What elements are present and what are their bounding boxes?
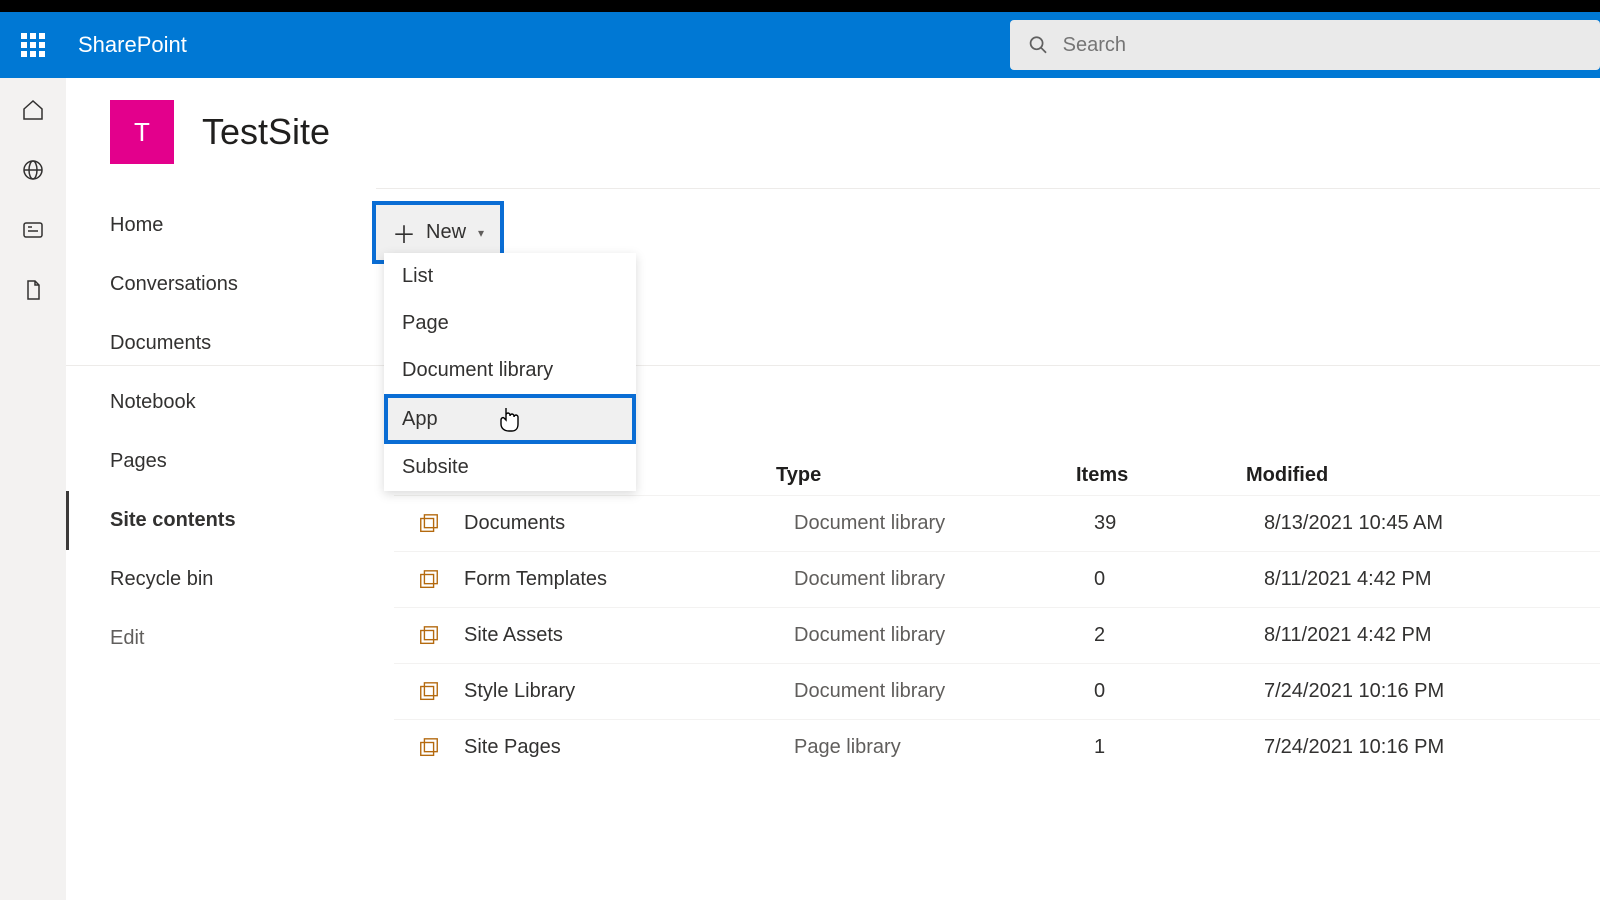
row-items: 2 bbox=[1094, 624, 1264, 647]
body-area: T TestSite Home Conversations Documents … bbox=[0, 78, 1600, 900]
globe-icon[interactable] bbox=[21, 158, 45, 182]
library-icon bbox=[418, 737, 440, 759]
dropdown-item-document-library[interactable]: Document library bbox=[384, 347, 636, 394]
file-icon[interactable] bbox=[21, 278, 45, 302]
suite-app-name[interactable]: SharePoint bbox=[78, 32, 187, 58]
table-row[interactable]: Form Templates Document library 0 8/11/2… bbox=[394, 551, 1600, 607]
nav-notebook[interactable]: Notebook bbox=[66, 373, 376, 432]
home-icon[interactable] bbox=[21, 98, 45, 122]
library-icon bbox=[418, 625, 440, 647]
side-nav: Home Conversations Documents Notebook Pa… bbox=[66, 188, 376, 900]
dropdown-item-app-label: App bbox=[402, 408, 438, 431]
suite-bar: SharePoint bbox=[0, 12, 1600, 78]
contents-table: Type Items Modified Documents Document l… bbox=[376, 456, 1600, 775]
row-name[interactable]: Documents bbox=[464, 512, 794, 535]
row-modified: 8/13/2021 10:45 AM bbox=[1264, 512, 1600, 535]
row-type: Document library bbox=[794, 624, 1094, 647]
dropdown-item-subsite[interactable]: Subsite bbox=[384, 444, 636, 491]
row-modified: 8/11/2021 4:42 PM bbox=[1264, 568, 1600, 591]
new-button-label: New bbox=[426, 221, 466, 244]
row-name[interactable]: Site Assets bbox=[464, 624, 794, 647]
nav-site-contents[interactable]: Site contents bbox=[66, 491, 376, 550]
waffle-icon bbox=[21, 33, 45, 57]
new-dropdown: List Page Document library App Subsite bbox=[384, 253, 636, 491]
nav-conversations[interactable]: Conversations bbox=[66, 255, 376, 314]
site-header: T TestSite bbox=[66, 78, 1600, 188]
dropdown-item-page[interactable]: Page bbox=[384, 300, 636, 347]
row-type: Document library bbox=[794, 680, 1094, 703]
nav-edit[interactable]: Edit bbox=[66, 609, 376, 668]
table-body: Documents Document library 39 8/13/2021 … bbox=[394, 495, 1600, 775]
header-modified[interactable]: Modified bbox=[1246, 464, 1600, 487]
vertical-rail bbox=[0, 78, 66, 900]
row-type: Document library bbox=[794, 568, 1094, 591]
site-title[interactable]: TestSite bbox=[202, 111, 330, 153]
row-modified: 7/24/2021 10:16 PM bbox=[1264, 736, 1600, 759]
search-input[interactable] bbox=[1063, 34, 1582, 57]
below-header: Home Conversations Documents Notebook Pa… bbox=[66, 188, 1600, 900]
row-name[interactable]: Form Templates bbox=[464, 568, 794, 591]
row-name[interactable]: Style Library bbox=[464, 680, 794, 703]
library-icon bbox=[418, 513, 440, 535]
row-type: Page library bbox=[794, 736, 1094, 759]
row-items: 0 bbox=[1094, 680, 1264, 703]
content-area: T TestSite Home Conversations Documents … bbox=[66, 78, 1600, 900]
cursor-pointer-icon bbox=[498, 406, 520, 432]
table-row[interactable]: Site Assets Document library 2 8/11/2021… bbox=[394, 607, 1600, 663]
table-row[interactable]: Style Library Document library 0 7/24/20… bbox=[394, 663, 1600, 719]
news-icon[interactable] bbox=[21, 218, 45, 242]
site-logo[interactable]: T bbox=[110, 100, 174, 164]
plus-icon: ＋ bbox=[392, 215, 416, 250]
nav-home[interactable]: Home bbox=[66, 196, 376, 255]
library-icon bbox=[418, 569, 440, 591]
header-type[interactable]: Type bbox=[776, 464, 1076, 487]
main-pane: ＋ New ▾ List Page Document library App bbox=[376, 188, 1600, 900]
row-items: 39 bbox=[1094, 512, 1264, 535]
table-row[interactable]: Site Pages Page library 1 7/24/2021 10:1… bbox=[394, 719, 1600, 775]
row-items: 0 bbox=[1094, 568, 1264, 591]
row-items: 1 bbox=[1094, 736, 1264, 759]
header-items[interactable]: Items bbox=[1076, 464, 1246, 487]
search-icon bbox=[1028, 34, 1049, 56]
chevron-down-icon: ▾ bbox=[478, 226, 484, 240]
table-row[interactable]: Documents Document library 39 8/13/2021 … bbox=[394, 495, 1600, 551]
browser-frame-top bbox=[0, 0, 1600, 12]
row-type: Document library bbox=[794, 512, 1094, 535]
search-box[interactable] bbox=[1010, 20, 1600, 70]
row-name[interactable]: Site Pages bbox=[464, 736, 794, 759]
dropdown-item-list[interactable]: List bbox=[384, 253, 636, 300]
row-modified: 7/24/2021 10:16 PM bbox=[1264, 680, 1600, 703]
app-launcher-button[interactable] bbox=[0, 12, 66, 78]
row-modified: 8/11/2021 4:42 PM bbox=[1264, 624, 1600, 647]
library-icon bbox=[418, 681, 440, 703]
nav-pages[interactable]: Pages bbox=[66, 432, 376, 491]
command-bar: ＋ New ▾ List Page Document library App bbox=[376, 189, 1600, 276]
nav-recycle-bin[interactable]: Recycle bin bbox=[66, 550, 376, 609]
dropdown-item-app[interactable]: App bbox=[384, 394, 636, 444]
